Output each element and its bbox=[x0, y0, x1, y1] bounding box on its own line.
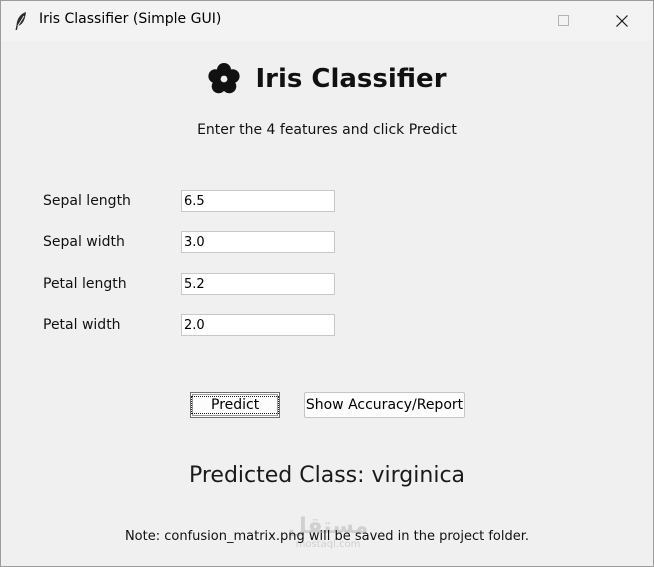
sepal-width-input[interactable] bbox=[181, 231, 335, 253]
sepal-length-input[interactable] bbox=[181, 190, 335, 212]
show-report-button[interactable]: Show Accuracy/Report bbox=[304, 392, 465, 418]
sepal-width-label: Sepal width bbox=[43, 234, 125, 250]
petal-length-input[interactable] bbox=[181, 273, 335, 295]
petal-length-label: Petal length bbox=[43, 276, 127, 292]
petal-width-input[interactable] bbox=[181, 314, 335, 336]
sepal-length-label: Sepal length bbox=[43, 193, 131, 209]
title-bar[interactable]: Iris Classifier (Simple GUI) bbox=[1, 1, 653, 41]
maximize-icon bbox=[558, 15, 569, 26]
flower-icon bbox=[207, 62, 241, 96]
minimize-button[interactable] bbox=[495, 1, 541, 41]
predict-button[interactable]: Predict bbox=[190, 392, 280, 418]
footer-note: Note: confusion_matrix.png will be saved… bbox=[124, 529, 530, 544]
minimize-icon bbox=[512, 15, 524, 27]
petal-width-label: Petal width bbox=[43, 317, 121, 333]
window-title: Iris Classifier (Simple GUI) bbox=[39, 11, 222, 27]
predict-button-label: Predict bbox=[191, 396, 280, 414]
feather-icon bbox=[14, 11, 28, 31]
page-title: Iris Classifier bbox=[255, 64, 447, 94]
close-icon bbox=[616, 15, 628, 27]
instruction-text: Enter the 4 features and click Predict bbox=[197, 122, 457, 138]
close-button[interactable] bbox=[599, 1, 645, 41]
app-window: Iris Classifier (Simple GUI) Iris Classi… bbox=[0, 0, 654, 567]
page-heading: Iris Classifier bbox=[1, 59, 653, 99]
maximize-button[interactable] bbox=[541, 1, 587, 41]
prediction-result: Predicted Class: virginica bbox=[188, 463, 466, 488]
